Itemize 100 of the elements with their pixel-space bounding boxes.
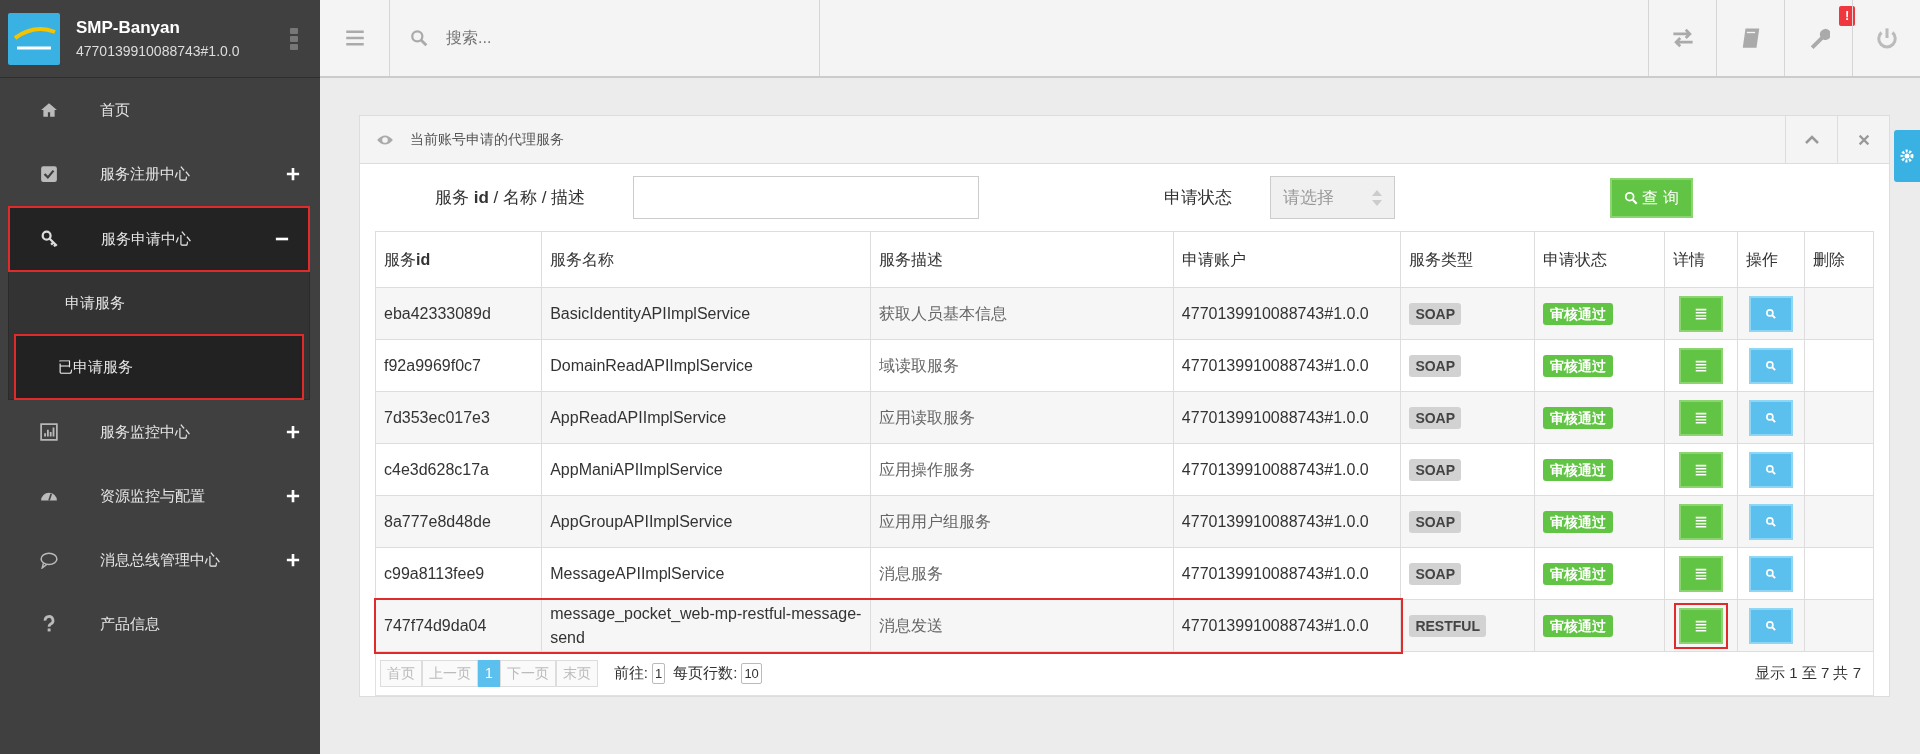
table-cell: BasicIdentityAPIImplService	[541, 287, 871, 340]
column-header: 服务类型	[1400, 231, 1535, 288]
details-button[interactable]	[1678, 399, 1723, 436]
swap-arrows-icon	[1671, 27, 1694, 49]
table-cell: 4770139910088743#1.0.0	[1173, 599, 1401, 652]
sidebar-item[interactable]: 首页	[0, 78, 320, 142]
home-icon	[40, 101, 58, 119]
sidebar-item[interactable]: 产品信息	[0, 592, 320, 656]
details-button[interactable]	[1678, 295, 1723, 332]
table-cell: 4770139910088743#1.0.0	[1173, 495, 1401, 548]
goto-label: 前往:	[613, 663, 648, 684]
table-cell: AppReadAPIImplService	[541, 391, 871, 444]
search-icon	[1764, 567, 1777, 580]
list-icon	[1693, 462, 1708, 477]
speech-bubble-icon	[40, 551, 58, 569]
table-cell: 应用用户组服务	[870, 495, 1174, 548]
alert-badge: !	[1839, 6, 1856, 26]
sidebar-item[interactable]: 服务申请中心	[9, 207, 309, 271]
table-cell: AppGroupAPIImplService	[541, 495, 871, 548]
rows-label: 每页行数:	[673, 663, 738, 684]
details-button[interactable]	[1678, 503, 1723, 540]
page-field[interactable]: 1	[651, 662, 666, 685]
table-cell: eba42333089d	[375, 287, 542, 340]
menu-icon	[344, 28, 365, 48]
service-type-tag: SOAP	[1409, 406, 1462, 429]
table-cell: message_pocket_web-mp-restful-message-send	[541, 599, 871, 652]
search-button[interactable]	[1748, 347, 1793, 384]
search-button[interactable]	[1748, 295, 1793, 332]
search-field[interactable]: 搜索...	[444, 25, 774, 51]
table-cell: c99a8113fee9	[375, 547, 542, 600]
sidebar-item[interactable]: 服务监控中心	[0, 400, 320, 464]
panel-title: 当前账号申请的代理服务	[410, 130, 565, 149]
table-cell: 应用读取服务	[870, 391, 1174, 444]
sidebar-item[interactable]: 服务注册中心	[0, 142, 320, 206]
search-icon	[1764, 619, 1777, 632]
toolbar-button[interactable]: !	[1784, 0, 1852, 76]
status-tag: 审核通过	[1542, 406, 1613, 429]
submenu-item[interactable]: 已申请服务	[15, 335, 303, 399]
status-tag: 审核通过	[1542, 354, 1613, 377]
search-input[interactable]	[633, 176, 980, 219]
search-icon	[1764, 307, 1777, 320]
list-icon	[1693, 410, 1708, 425]
details-button[interactable]	[1678, 451, 1723, 488]
power-icon	[1875, 27, 1898, 49]
plus-icon	[286, 167, 300, 181]
sort-arrows-icon	[1372, 189, 1383, 206]
sidebar-item[interactable]: 资源监控与配置	[0, 464, 320, 528]
vertical-dots-icon	[290, 28, 298, 50]
checkbox-icon	[40, 165, 58, 183]
search-button[interactable]	[1748, 399, 1793, 436]
table-cell: DomainReadAPIImplService	[541, 339, 871, 392]
table-cell: 消息发送	[870, 599, 1174, 652]
submenu-item[interactable]: 申请服务	[15, 271, 303, 335]
table-cell: 获取人员基本信息	[870, 287, 1174, 340]
filter-label: 服务 id / 名称 / 描述	[435, 186, 586, 209]
table-cell: 8a777e8d48de	[375, 495, 542, 548]
search-button[interactable]	[1748, 607, 1793, 644]
list-icon	[1693, 306, 1708, 321]
search-icon	[1764, 463, 1777, 476]
table-cell: 4770139910088743#1.0.0	[1173, 339, 1401, 392]
service-type-tag: RESTFUL	[1409, 614, 1486, 637]
column-header: 申请账户	[1173, 231, 1401, 288]
status-label: 申请状态	[1164, 186, 1233, 209]
settings-tab[interactable]	[1894, 130, 1920, 182]
column-header: 删除	[1804, 231, 1874, 288]
search-icon	[1624, 190, 1639, 205]
table-cell: 4770139910088743#1.0.0	[1173, 391, 1401, 444]
close-icon	[1856, 132, 1871, 147]
table-cell: AppManiAPIImplService	[541, 443, 871, 496]
table-cell: f92a9969f0c7	[375, 339, 542, 392]
table-cell: 域读取服务	[870, 339, 1174, 392]
sidebar-item[interactable]: 消息总线管理中心	[0, 528, 320, 592]
pagination-summary: 显示 1 至 7 共 7	[1755, 663, 1861, 684]
status-tag: 审核通过	[1542, 614, 1613, 637]
list-icon	[1693, 618, 1708, 633]
list-icon	[1693, 358, 1708, 373]
table-cell: 4770139910088743#1.0.0	[1173, 443, 1401, 496]
table-cell: 应用操作服务	[870, 443, 1174, 496]
column-header: 服务id	[375, 231, 542, 288]
status-tag: 审核通过	[1542, 510, 1613, 533]
bar-chart-icon	[40, 423, 58, 441]
service-type-tag: SOAP	[1409, 562, 1462, 585]
status-tag: 审核通过	[1542, 562, 1613, 585]
search-button[interactable]	[1748, 503, 1793, 540]
search-button[interactable]	[1748, 555, 1793, 592]
key-icon	[41, 230, 59, 248]
search-icon	[1764, 411, 1777, 424]
service-type-tag: SOAP	[1409, 302, 1462, 325]
rows-per-page-field[interactable]: 10	[741, 662, 762, 685]
service-type-tag: SOAP	[1409, 510, 1462, 533]
search-icon	[1764, 359, 1777, 372]
table-cell: c4e3d628c17a	[375, 443, 542, 496]
logo-image	[8, 12, 60, 65]
search-icon	[410, 29, 428, 47]
search-button[interactable]	[1748, 451, 1793, 488]
details-button[interactable]	[1678, 555, 1723, 592]
status-tag: 审核通过	[1542, 458, 1613, 481]
table-cell: 747f74d9da04	[375, 599, 542, 652]
details-button[interactable]	[1678, 347, 1723, 384]
table-cell: 4770139910088743#1.0.0	[1173, 287, 1401, 340]
